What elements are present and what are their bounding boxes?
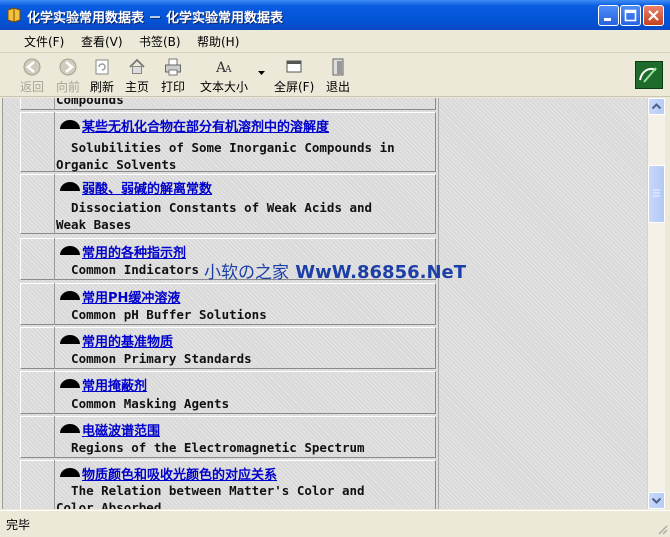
menu-help[interactable]: 帮助(H) bbox=[197, 33, 239, 50]
english-title: Color Absorbed bbox=[56, 500, 162, 509]
forward-button[interactable]: 向前 bbox=[56, 57, 80, 95]
window-title: 化学实验常用数据表 － 化学实验常用数据表 bbox=[27, 11, 284, 26]
book-app-icon bbox=[7, 7, 21, 23]
table-link[interactable]: 电磁波谱范围 bbox=[82, 420, 160, 439]
table-link[interactable]: 物质颜色和吸收光颜色的对应关系 bbox=[82, 464, 277, 483]
list-item: 某些无机化合物在部分有机溶剂中的溶解度 Solubilities of Some… bbox=[20, 112, 436, 172]
dome-bullet-icon bbox=[60, 182, 80, 191]
english-title: Weak Bases bbox=[56, 217, 132, 232]
menu-bar: 文件(F) 查看(V) 书签(B) 帮助(H) bbox=[0, 30, 670, 53]
english-title: Organic Solvents bbox=[56, 157, 177, 172]
text-size-button[interactable]: AA 文本大小 bbox=[200, 57, 248, 95]
english-title: Common Masking Agents bbox=[56, 396, 230, 411]
dome-bullet-icon bbox=[60, 468, 80, 477]
watermark-site: WwW.86856.NeT bbox=[295, 262, 466, 283]
minimize-icon bbox=[604, 18, 611, 21]
dome-bullet-icon bbox=[60, 424, 80, 433]
app-logo bbox=[635, 61, 663, 89]
fullscreen-button[interactable]: 全屏(F) bbox=[274, 57, 314, 95]
list-item: 常用掩蔽剂 Common Masking Agents bbox=[20, 371, 436, 414]
font-size-icon: AA bbox=[215, 60, 232, 76]
table-link[interactable]: 常用PH缓冲溶液 bbox=[82, 287, 180, 306]
list-item: 弱酸、弱碱的解离常数 Dissociation Constants of Wea… bbox=[20, 174, 436, 234]
home-icon bbox=[129, 58, 145, 74]
back-arrow-icon bbox=[23, 58, 41, 76]
table-link[interactable]: 常用的基准物质 bbox=[82, 331, 173, 350]
maximize-button[interactable] bbox=[620, 5, 641, 26]
menu-view[interactable]: 查看(V) bbox=[81, 33, 123, 50]
list-item: 常用PH缓冲溶液 Common pH Buffer Solutions bbox=[20, 283, 436, 325]
forward-arrow-icon bbox=[59, 58, 77, 76]
dome-bullet-icon bbox=[60, 246, 80, 255]
table-link[interactable]: 弱酸、弱碱的解离常数 bbox=[82, 178, 212, 197]
scroll-thumb[interactable] bbox=[648, 165, 665, 223]
toolbar: 返回 向前 刷新 主页 打印 AA 文本大小 全屏(F) 退出 bbox=[0, 53, 670, 97]
dome-bullet-icon bbox=[60, 335, 80, 344]
print-button[interactable]: 打印 bbox=[161, 57, 185, 95]
title-bar: 化学实验常用数据表 － 化学实验常用数据表 bbox=[0, 0, 670, 30]
maximize-icon bbox=[624, 9, 637, 22]
dome-bullet-icon bbox=[60, 120, 80, 129]
watermark: 小软の之家 WwW.86856.NeT bbox=[204, 258, 466, 283]
english-title: The Relation between Matter's Color and bbox=[56, 483, 365, 498]
english-title: Common Primary Standards bbox=[56, 351, 252, 366]
list-item: 常用的基准物质 Common Primary Standards bbox=[20, 327, 436, 369]
content-pane: Compounds 某些无机化合物在部分有机溶剂中的溶解度 Solubiliti… bbox=[2, 98, 648, 509]
dropdown-arrow-icon[interactable] bbox=[258, 71, 265, 76]
minimize-button[interactable] bbox=[598, 5, 619, 26]
status-bar: 完毕 bbox=[0, 510, 670, 537]
table-link[interactable]: 常用的各种指示剂 bbox=[82, 242, 186, 261]
english-title: Dissociation Constants of Weak Acids and bbox=[56, 200, 373, 215]
status-text: 完毕 bbox=[6, 518, 31, 532]
arrow-up-icon bbox=[651, 103, 662, 110]
refresh-icon bbox=[95, 59, 109, 75]
home-button[interactable]: 主页 bbox=[125, 57, 149, 95]
refresh-button[interactable]: 刷新 bbox=[90, 57, 114, 95]
list-item: 电磁波谱范围 Regions of the Electromagnetic Sp… bbox=[20, 416, 436, 458]
vertical-scrollbar[interactable] bbox=[647, 98, 665, 509]
scroll-down-button[interactable] bbox=[648, 492, 665, 509]
menu-bookmarks[interactable]: 书签(B) bbox=[139, 33, 181, 50]
fullscreen-icon bbox=[286, 60, 302, 73]
english-title: Common Indicators bbox=[56, 262, 199, 277]
exit-button[interactable]: 退出 bbox=[326, 57, 350, 95]
english-title: Solubilities of Some Inorganic Compounds… bbox=[56, 140, 395, 155]
close-button[interactable] bbox=[643, 5, 664, 26]
arrow-down-icon bbox=[651, 497, 662, 504]
svg-text:A: A bbox=[224, 65, 232, 75]
english-title: Compounds bbox=[56, 98, 124, 107]
back-button[interactable]: 返回 bbox=[20, 57, 44, 95]
menu-file[interactable]: 文件(F) bbox=[24, 33, 64, 50]
exit-door-icon bbox=[332, 58, 344, 76]
watermark-prefix: 小软の之家 bbox=[204, 263, 289, 283]
english-title: Regions of the Electromagnetic Spectrum bbox=[56, 440, 365, 455]
list-item: 物质颜色和吸收光颜色的对应关系 The Relation between Mat… bbox=[20, 460, 436, 509]
list-item: Compounds bbox=[20, 98, 436, 110]
printer-icon bbox=[165, 58, 181, 76]
english-title: Common pH Buffer Solutions bbox=[56, 307, 267, 322]
logo-icon bbox=[639, 67, 657, 83]
column-divider bbox=[438, 98, 439, 509]
grip-lines-icon bbox=[653, 189, 660, 197]
dome-bullet-icon bbox=[60, 291, 80, 300]
table-link[interactable]: 常用掩蔽剂 bbox=[82, 375, 147, 394]
close-icon bbox=[648, 10, 659, 21]
table-link[interactable]: 某些无机化合物在部分有机溶剂中的溶解度 bbox=[82, 116, 329, 135]
dome-bullet-icon bbox=[60, 379, 80, 388]
resize-grip-icon[interactable] bbox=[656, 523, 668, 535]
scroll-up-button[interactable] bbox=[648, 98, 665, 115]
